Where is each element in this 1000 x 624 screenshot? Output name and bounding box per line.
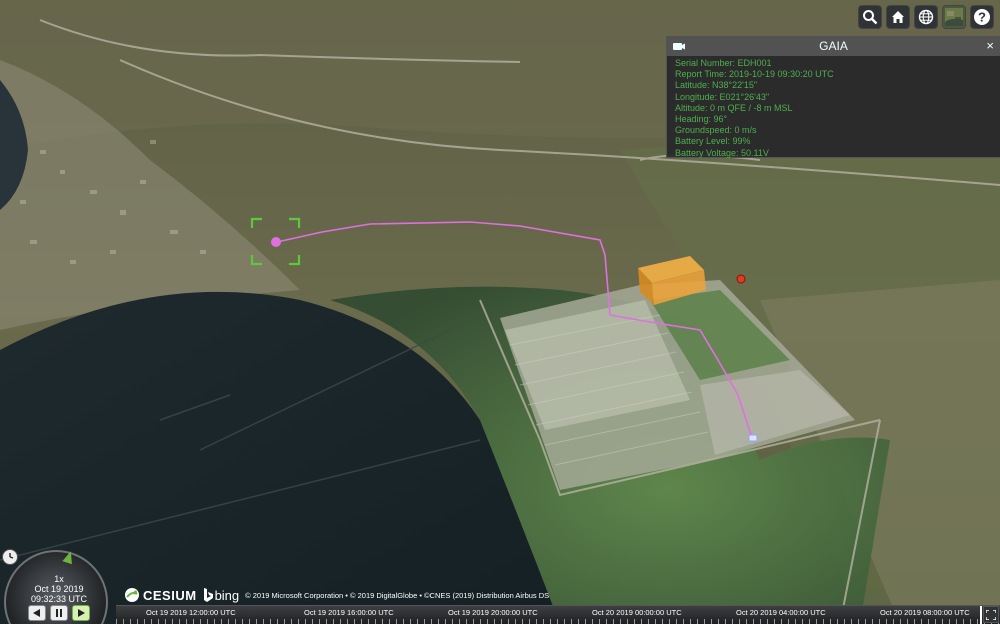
info-box: GAIA × Serial Number: EDH001 Report Time… <box>666 36 1000 158</box>
play-reverse-icon <box>33 609 40 617</box>
animation-speed: 1x <box>54 574 64 584</box>
pause-button[interactable] <box>50 605 68 621</box>
info-box-title: GAIA <box>819 39 848 53</box>
altitude: Altitude: 0 m QFE / -8 m MSL <box>675 102 793 113</box>
timeline-label: Oct 19 2019 20:00:00 UTC <box>448 608 538 617</box>
help-button[interactable]: ? <box>970 5 994 29</box>
bing-logo[interactable]: bing <box>203 587 240 603</box>
timeline-ruler <box>116 619 1000 624</box>
animation-time: 09:32:33 UTC <box>30 594 88 604</box>
cesium-label: CESIUM <box>143 587 197 603</box>
timeline-labels: Oct 19 2019 12:00:00 UTC Oct 19 2019 16:… <box>116 608 1000 618</box>
cesium-logo[interactable]: CESIUM <box>124 587 197 603</box>
latitude: Latitude: N38°22'15" <box>675 80 758 91</box>
svg-text:?: ? <box>978 10 986 25</box>
info-box-body: Serial Number: EDH001 Report Time: 2019-… <box>667 56 1000 161</box>
globe-icon <box>918 9 934 25</box>
close-icon[interactable]: × <box>986 36 994 56</box>
play-icon <box>78 609 85 617</box>
poi-marker[interactable] <box>736 274 746 284</box>
heading: Heading: 96° <box>675 114 728 125</box>
longitude: Longitude: E021°26'43" <box>675 91 770 102</box>
groundspeed: Groundspeed: 0 m/s <box>675 125 757 136</box>
animation-date: Oct 19 2019 <box>34 584 84 594</box>
drone-marker[interactable] <box>271 237 281 247</box>
timeline-label: Oct 20 2019 08:00:00 UTC <box>880 608 970 617</box>
toolbar: ? <box>858 5 994 29</box>
fullscreen-icon <box>986 609 996 620</box>
reverse-button[interactable] <box>28 605 46 621</box>
info-box-title-bar: GAIA × <box>667 36 1000 56</box>
bing-label: bing <box>214 587 240 603</box>
clock-icon[interactable] <box>2 549 18 565</box>
timeline-needle[interactable] <box>980 606 982 624</box>
timeline-label: Oct 19 2019 12:00:00 UTC <box>146 608 236 617</box>
serial-number: Serial Number: EDH001 <box>675 58 772 68</box>
report-time: Report Time: 2019-10-19 09:30:20 UTC <box>675 69 834 80</box>
camera-icon[interactable] <box>672 40 686 52</box>
battery-level: Battery Level: 99% <box>675 136 751 147</box>
waypoint-marker[interactable] <box>748 434 758 442</box>
scene-mode-button[interactable] <box>914 5 938 29</box>
battery-voltage: Battery Voltage: 50.11V <box>675 147 769 158</box>
bing-icon <box>203 588 213 602</box>
fullscreen-button[interactable] <box>983 606 999 623</box>
timeline-label: Oct 20 2019 04:00:00 UTC <box>736 608 826 617</box>
timeline-label: Oct 20 2019 00:00:00 UTC <box>592 608 682 617</box>
timeline-label: Oct 19 2019 16:00:00 UTC <box>304 608 394 617</box>
house-icon <box>892 11 904 23</box>
home-button[interactable] <box>886 5 910 29</box>
cesium-icon <box>125 588 139 602</box>
search-button[interactable] <box>858 5 882 29</box>
play-button[interactable] <box>72 605 90 621</box>
pause-icon <box>56 609 62 617</box>
magnifier-icon <box>863 10 878 25</box>
base-layer-picker-button[interactable] <box>942 5 966 29</box>
credits: CESIUM bing © 2019 Microsoft Corporation… <box>124 585 549 605</box>
data-attribution: © 2019 Microsoft Corporation • © 2019 Di… <box>245 590 550 600</box>
imagery-icon <box>945 8 963 26</box>
question-icon: ? <box>974 9 990 25</box>
timeline[interactable]: Oct 19 2019 12:00:00 UTC Oct 19 2019 16:… <box>116 605 1000 624</box>
